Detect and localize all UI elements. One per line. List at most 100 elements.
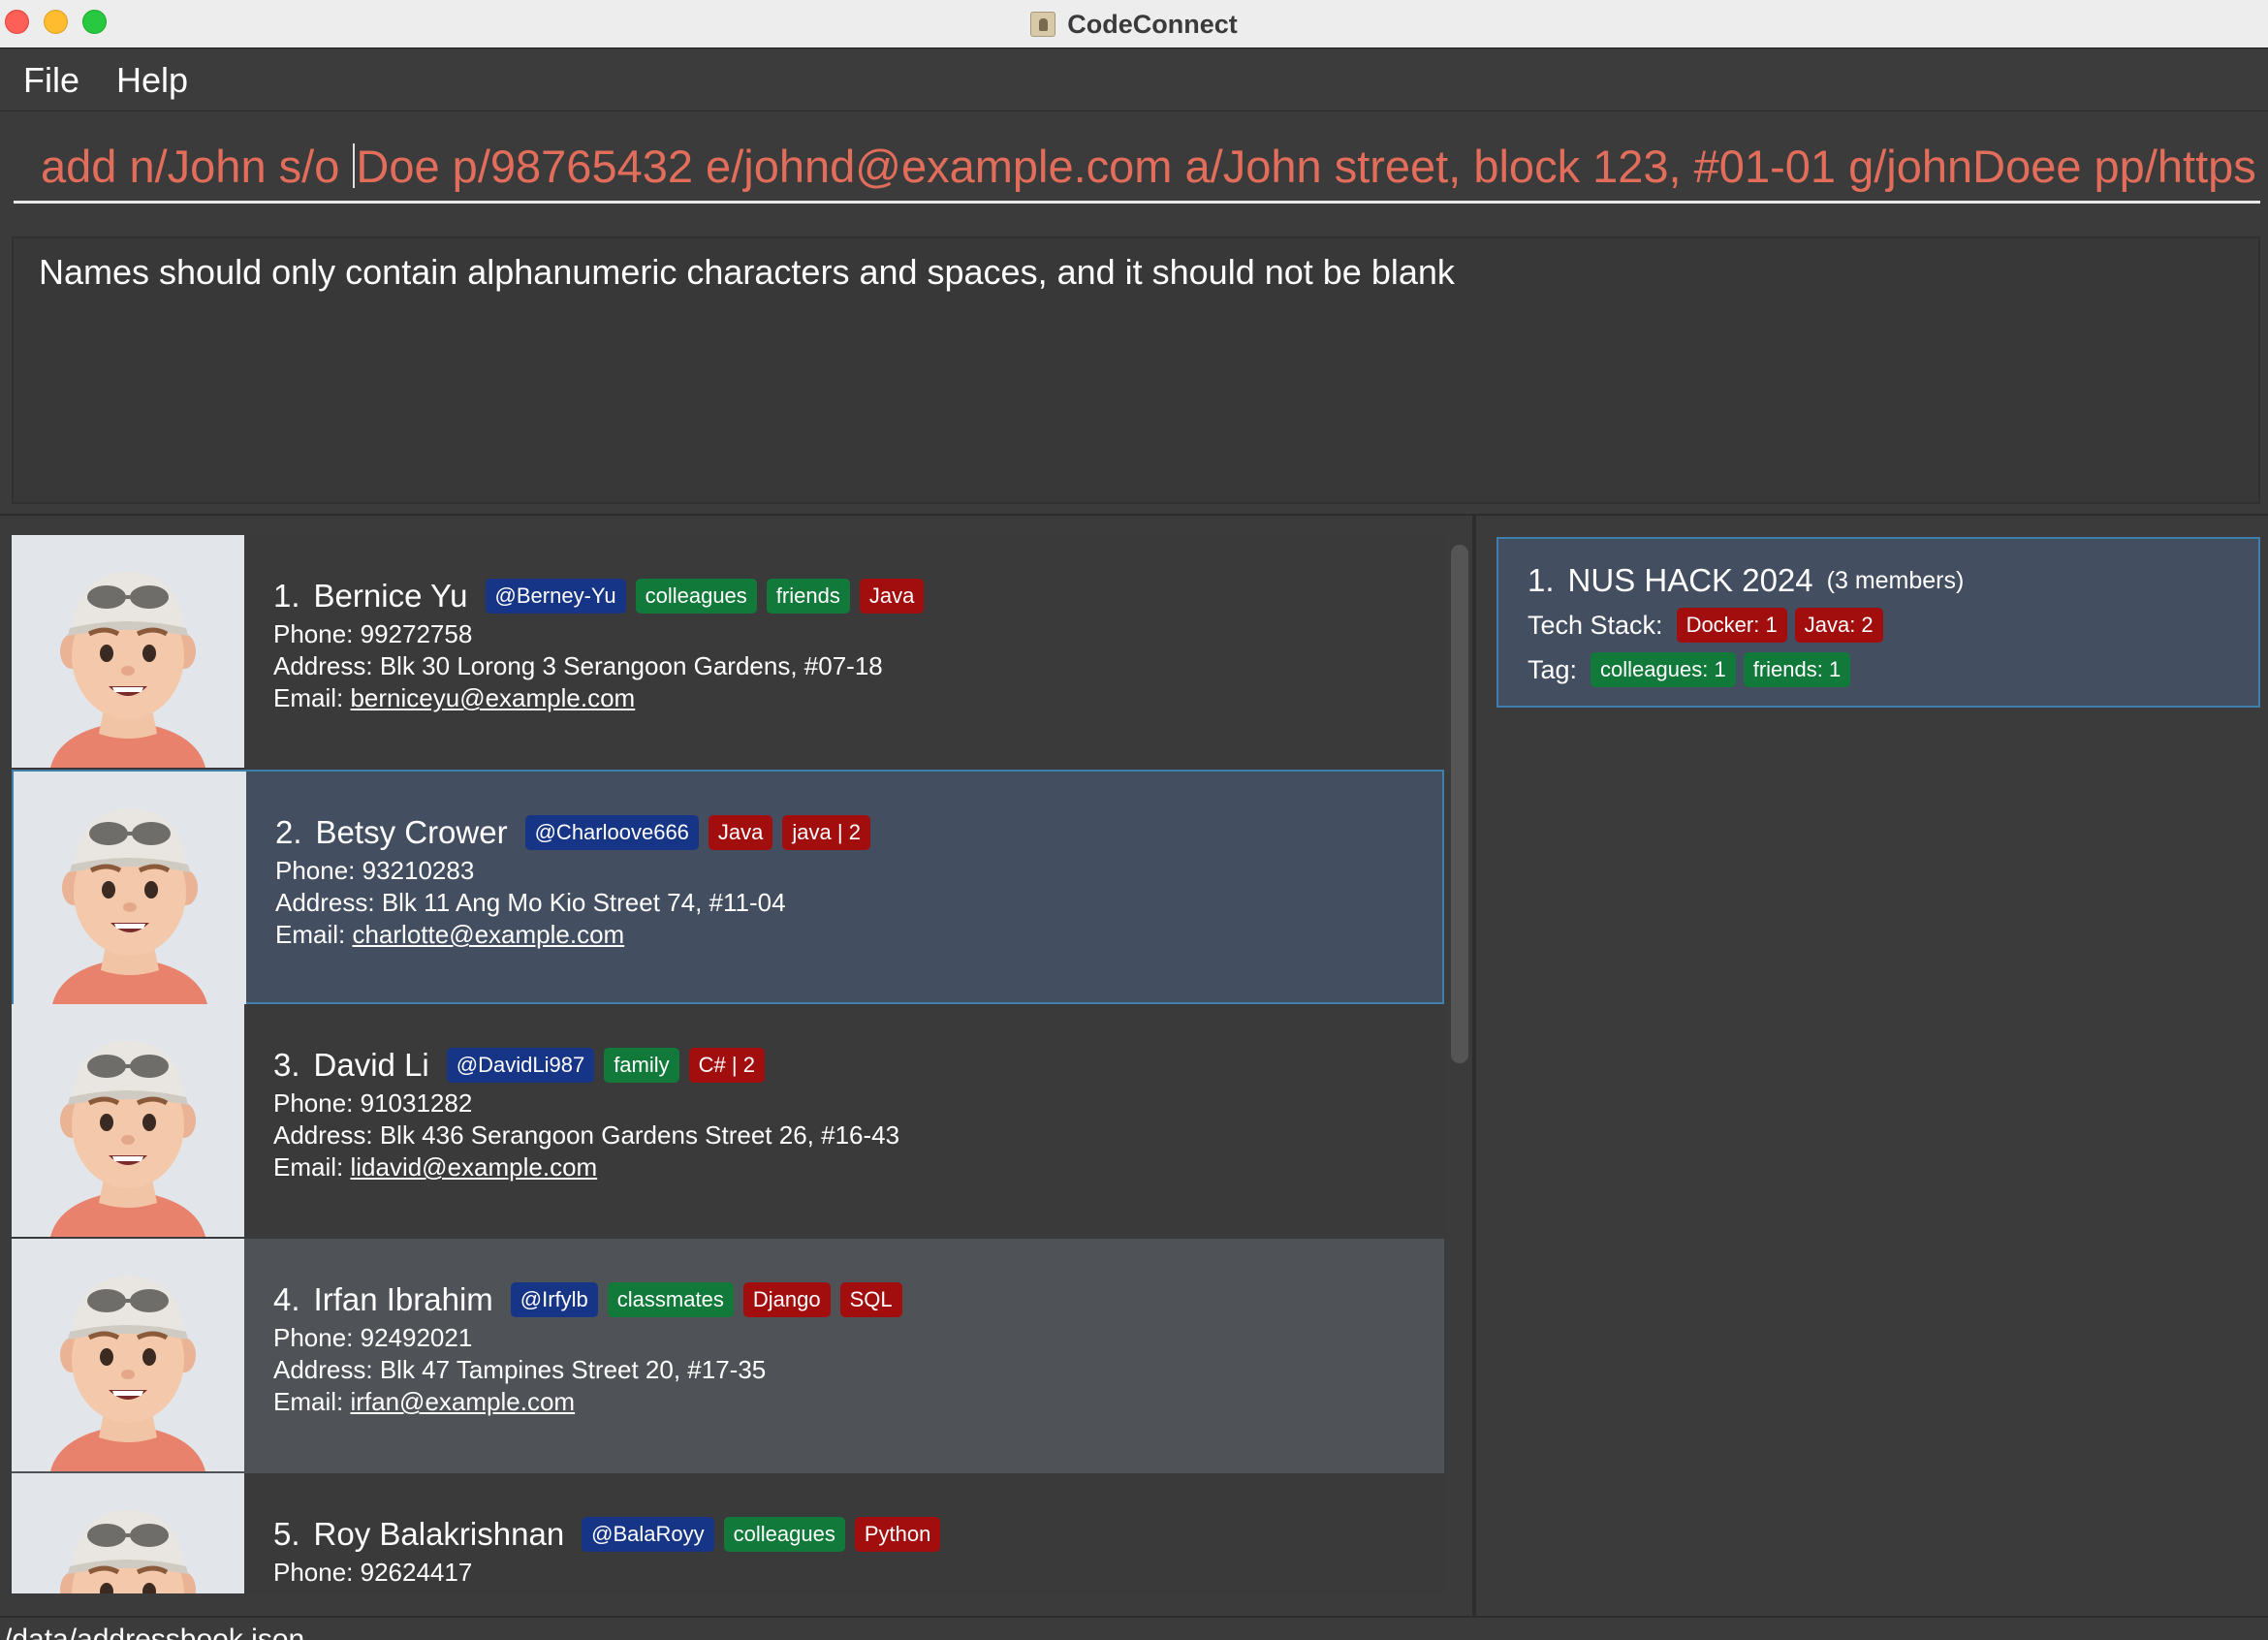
email-field: Email: berniceyu@example.com [273,682,1425,714]
name-row: 3. David Li @DavidLi987 family C# | 2 [273,1043,1425,1088]
phone-field: Phone: 99272758 [273,619,473,648]
person-card[interactable]: 5. Roy Balakrishnan @BalaRoyy colleagues… [12,1473,1444,1593]
phone-field: Phone: 92492021 [273,1323,473,1352]
person-card[interactable]: 3. David Li @DavidLi987 family C# | 2 Ph… [12,1004,1444,1239]
github-badge: @Charloove666 [524,815,699,850]
person-avatar-icon [14,772,246,1004]
email-field: Email: charlotte@example.com [275,919,1423,951]
person-card[interactable]: 1. Bernice Yu @Berney-Yu colleagues frie… [12,535,1444,770]
email-label: Email: [273,1387,351,1416]
person-index: 4. [273,1281,300,1317]
avatar [14,772,246,1004]
tag-badge: colleagues: 1 [1591,652,1736,687]
horizontal-divider[interactable] [0,514,2268,516]
person-card-body: 4. Irfan Ibrahim @Irfylb classmates Djan… [273,1277,1425,1418]
person-name: Roy Balakrishnan [313,1516,565,1552]
list-scrollbar-thumb[interactable] [1451,545,1468,1063]
person-avatar-icon [12,1239,244,1471]
command-text-before-caret: add n/John s/o [41,141,353,192]
email-label: Email: [273,1152,351,1182]
tech-badge: Java: 2 [1794,608,1883,643]
person-card-hovered[interactable]: 4. Irfan Ibrahim @Irfylb classmates Djan… [12,1239,1444,1473]
github-badge: @DavidLi987 [446,1048,595,1083]
window-title-wrap: CodeConnect [0,0,2268,48]
tech-stack-label: Tech Stack: [1528,610,1663,640]
name-row: 2. Betsy Crower @Charloove666 Java java … [275,810,1423,855]
person-card-selected[interactable]: 2. Betsy Crower @Charloove666 Java java … [12,770,1444,1004]
status-bar: /data/addressbook.json [0,1616,2268,1640]
tech-badge: Python [854,1517,941,1552]
tech-badge: Java [708,815,773,850]
tech-badge: SQL [839,1282,902,1317]
avatar [12,535,244,768]
result-message: Names should only contain alphanumeric c… [39,252,1455,292]
email-link[interactable]: berniceyu@example.com [350,683,635,712]
person-avatar-icon [12,1004,244,1237]
name-row: 5. Roy Balakrishnan @BalaRoyy colleagues… [273,1512,1425,1557]
group-tech-row: Tech Stack: Docker: 1 Java: 2 [1528,603,2229,647]
person-avatar-icon [12,1473,244,1593]
avatar [12,1473,244,1593]
address-field: Address: Blk 11 Ang Mo Kio Street 74, #1… [275,888,786,917]
group-tag-row: Tag: colleagues: 1 friends: 1 [1528,647,2229,692]
menu-file[interactable]: File [23,60,79,101]
person-index: 1. [273,578,300,614]
group-index: 1. [1528,562,1555,598]
email-label: Email: [273,683,351,712]
menu-help[interactable]: Help [116,60,188,101]
tag-label: Tag: [1528,654,1578,684]
email-label: Email: [275,920,353,949]
app-icon [1030,12,1056,37]
tech-badge: Java [859,579,925,614]
person-name: David Li [313,1047,429,1083]
person-card-body: 1. Bernice Yu @Berney-Yu colleagues frie… [273,574,1425,714]
phone-field: Phone: 91031282 [273,1088,473,1118]
tag-badge: friends: 1 [1743,652,1851,687]
tech-badge: Django [742,1282,831,1317]
person-card-body: 2. Betsy Crower @Charloove666 Java java … [275,810,1423,951]
person-avatar-icon [12,535,244,768]
command-text-after-caret: Doe p/98765432 e/johnd@example.com a/Joh… [356,141,2260,192]
github-badge: @Irfylb [510,1282,598,1317]
github-badge: @Berney-Yu [485,579,626,614]
email-link[interactable]: charlotte@example.com [352,920,624,949]
person-card-body: 3. David Li @DavidLi987 family C# | 2 Ph… [273,1043,1425,1183]
email-field: Email: lidavid@example.com [273,1151,1425,1183]
avatar [12,1239,244,1471]
name-row: 4. Irfan Ibrahim @Irfylb classmates Djan… [273,1277,1425,1322]
tag-badge: colleagues [723,1517,845,1552]
window-title: CodeConnect [1067,9,1238,39]
phone-field: Phone: 92624417 [273,1558,473,1587]
person-list[interactable]: 1. Bernice Yu @Berney-Yu colleagues frie… [12,535,1444,1593]
phone-field: Phone: 93210283 [275,856,475,885]
person-name: Betsy Crower [315,814,508,850]
result-display[interactable]: Names should only contain alphanumeric c… [12,237,2260,504]
group-member-count: (3 members) [1826,566,1965,594]
address-field: Address: Blk 47 Tampines Street 20, #17-… [273,1355,767,1384]
tag-badge: classmates [607,1282,734,1317]
person-index: 5. [273,1516,300,1552]
email-link[interactable]: lidavid@example.com [350,1152,597,1182]
person-index: 3. [273,1047,300,1083]
tech-badge: java | 2 [782,815,870,850]
vertical-divider[interactable] [1472,516,1476,1616]
avatar [12,1004,244,1237]
email-field: Email: irfan@example.com [273,1386,1425,1418]
github-badge: @BalaRoyy [582,1517,714,1552]
address-field: Address: Blk 436 Serangoon Gardens Stree… [273,1120,900,1150]
tag-badge: colleagues [635,579,757,614]
address-field: Address: Blk 30 Lorong 3 Serangoon Garde… [273,651,883,680]
command-input[interactable]: add n/John s/o Doe p/98765432 e/johnd@ex… [14,136,2260,204]
email-link[interactable]: irfan@example.com [350,1387,575,1416]
tech-badge: Docker: 1 [1676,608,1787,643]
tag-badge: friends [766,579,850,614]
tag-badge: family [604,1048,679,1083]
group-title-row: 1. NUS HACK 2024 (3 members) [1528,558,2229,603]
group-card-selected[interactable]: 1. NUS HACK 2024 (3 members) Tech Stack:… [1496,537,2260,708]
tech-badge: C# | 2 [688,1048,765,1083]
menu-bar: File Help [0,49,2268,111]
command-box: add n/John s/o Doe p/98765432 e/johnd@ex… [0,112,2268,221]
person-index: 2. [275,814,302,850]
group-name: NUS HACK 2024 [1567,562,1813,598]
name-row: 1. Bernice Yu @Berney-Yu colleagues frie… [273,574,1425,618]
